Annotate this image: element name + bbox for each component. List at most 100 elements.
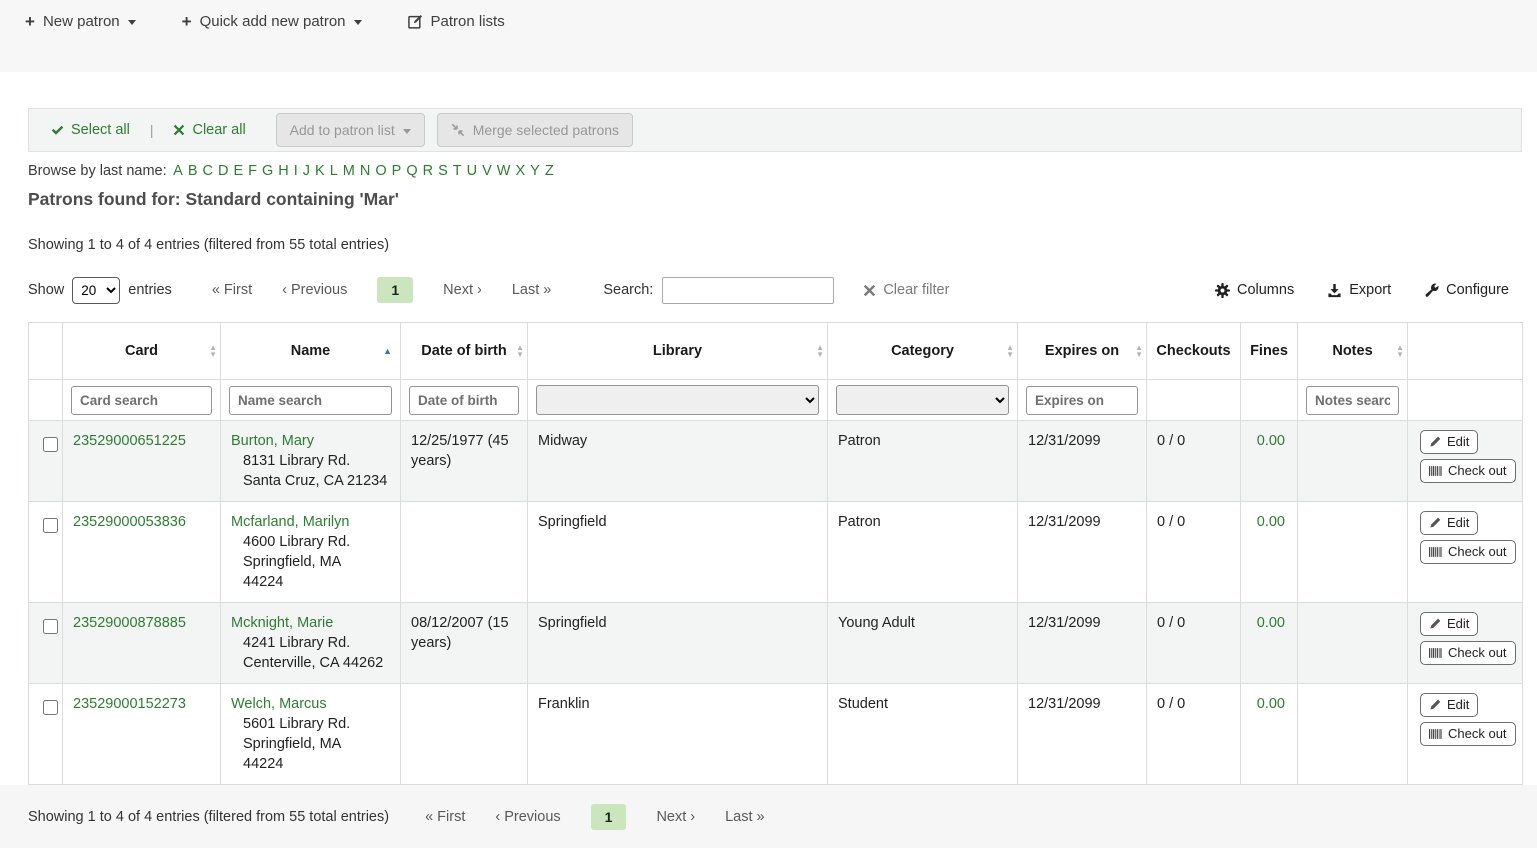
notes-column-header[interactable]: Notes ▲▼ xyxy=(1298,323,1408,380)
browse-letter-n[interactable]: N xyxy=(360,163,370,179)
browse-letter-q[interactable]: Q xyxy=(406,163,417,179)
last-page-link[interactable]: Last » xyxy=(725,809,765,825)
select-all-button[interactable]: Select all xyxy=(51,122,130,138)
current-page-button[interactable]: 1 xyxy=(591,804,627,830)
browse-letter-r[interactable]: R xyxy=(423,163,433,179)
columns-button[interactable]: Columns xyxy=(1215,282,1294,298)
patron-name-link[interactable]: Mcfarland, Marilyn xyxy=(231,514,349,530)
add-to-patron-list-button[interactable]: Add to patron list xyxy=(276,113,425,147)
new-patron-button[interactable]: + New patron xyxy=(25,13,136,30)
browse-letter-y[interactable]: Y xyxy=(530,163,540,179)
fines-cell: 0.00 xyxy=(1241,603,1298,684)
sort-icon: ▲▼ xyxy=(816,344,824,358)
configure-button[interactable]: Configure xyxy=(1424,282,1509,298)
browse-letter-z[interactable]: Z xyxy=(545,163,554,179)
search-input[interactable] xyxy=(662,277,834,304)
check-out-button[interactable]: Check out xyxy=(1420,722,1516,746)
previous-page-link[interactable]: ‹ Previous xyxy=(495,809,560,825)
library-filter-select[interactable] xyxy=(536,385,819,415)
barcode-icon xyxy=(1429,546,1442,558)
table-tools: Columns Export Configure xyxy=(1215,282,1509,298)
merge-selected-patrons-button[interactable]: Merge selected patrons xyxy=(437,113,633,147)
edit-button[interactable]: Edit xyxy=(1420,612,1478,636)
browse-letter-p[interactable]: P xyxy=(392,163,402,179)
browse-letter-w[interactable]: W xyxy=(497,163,511,179)
clear-all-label: Clear all xyxy=(192,122,245,138)
check-out-button[interactable]: Check out xyxy=(1420,459,1516,483)
browse-letter-o[interactable]: O xyxy=(375,163,386,179)
browse-letter-l[interactable]: L xyxy=(330,163,338,179)
row-checkbox[interactable] xyxy=(43,700,58,715)
last-page-link[interactable]: Last » xyxy=(512,282,552,298)
card-column-header[interactable]: Card ▲▼ xyxy=(63,323,221,380)
quick-add-new-patron-button[interactable]: + Quick add new patron xyxy=(182,13,362,30)
browse-letter-x[interactable]: X xyxy=(515,163,525,179)
search-label: Search: xyxy=(603,282,653,298)
name-column-header[interactable]: Name ▲ xyxy=(221,323,401,380)
export-button[interactable]: Export xyxy=(1327,282,1391,298)
browse-letter-k[interactable]: K xyxy=(315,163,325,179)
patron-name-link[interactable]: Welch, Marcus xyxy=(231,696,327,712)
category-column-header[interactable]: Category ▲▼ xyxy=(828,323,1018,380)
check-out-button[interactable]: Check out xyxy=(1420,641,1516,665)
first-page-link[interactable]: « First xyxy=(212,282,252,298)
next-page-link[interactable]: Next › xyxy=(443,282,482,298)
clear-all-button[interactable]: Clear all xyxy=(173,122,245,138)
new-patron-label: New patron xyxy=(43,13,120,30)
browse-letter-c[interactable]: C xyxy=(203,163,213,179)
notes-filter-input[interactable] xyxy=(1306,386,1399,415)
export-label: Export xyxy=(1349,282,1391,298)
category-cell: Patron xyxy=(828,502,1018,603)
card-number-link[interactable]: 23529000878885 xyxy=(73,615,186,631)
browse-letter-e[interactable]: E xyxy=(233,163,243,179)
row-checkbox[interactable] xyxy=(43,518,58,533)
checkouts-column-header: Checkouts xyxy=(1147,323,1241,380)
patron-name-link[interactable]: Mcknight, Marie xyxy=(231,615,333,631)
library-column-header[interactable]: Library ▲▼ xyxy=(528,323,828,380)
card-number-link[interactable]: 23529000053836 xyxy=(73,514,186,530)
browse-letter-u[interactable]: U xyxy=(467,163,477,179)
browse-letter-m[interactable]: M xyxy=(343,163,355,179)
page-size-control: Show 20 entries xyxy=(28,277,172,304)
browse-letter-h[interactable]: H xyxy=(278,163,288,179)
card-filter-input[interactable] xyxy=(71,386,212,415)
patron-name-link[interactable]: Burton, Mary xyxy=(231,433,314,449)
actions-column-header xyxy=(1408,323,1523,380)
card-number-link[interactable]: 23529000651225 xyxy=(73,433,186,449)
pencil-icon xyxy=(1429,618,1441,630)
notes-cell xyxy=(1298,421,1408,502)
browse-letter-v[interactable]: V xyxy=(482,163,492,179)
browse-letter-b[interactable]: B xyxy=(188,163,198,179)
name-filter-input[interactable] xyxy=(229,386,392,415)
previous-page-link[interactable]: ‹ Previous xyxy=(282,282,347,298)
first-page-link[interactable]: « First xyxy=(425,809,465,825)
next-page-link[interactable]: Next › xyxy=(656,809,695,825)
date-of-birth-column-header[interactable]: Date of birth ▲▼ xyxy=(401,323,528,380)
browse-letter-j[interactable]: J xyxy=(303,163,310,179)
expires-filter-input[interactable] xyxy=(1026,386,1138,415)
browse-letter-s[interactable]: S xyxy=(438,163,448,179)
patron-lists-button[interactable]: Patron lists xyxy=(408,13,505,30)
barcode-icon xyxy=(1429,728,1442,740)
browse-letter-i[interactable]: I xyxy=(294,163,298,179)
edit-button[interactable]: Edit xyxy=(1420,511,1478,535)
page-size-select[interactable]: 20 xyxy=(72,277,120,304)
card-number-link[interactable]: 23529000152273 xyxy=(73,696,186,712)
current-page-button[interactable]: 1 xyxy=(377,277,413,303)
browse-by-last-name: Browse by last name: ABCDEFGHIJKLMNOPQRS… xyxy=(28,163,1522,179)
expires-on-column-header[interactable]: Expires on ▲▼ xyxy=(1018,323,1147,380)
clear-filter-button[interactable]: Clear filter xyxy=(863,282,949,298)
browse-letter-a[interactable]: A xyxy=(173,163,183,179)
check-out-button[interactable]: Check out xyxy=(1420,540,1516,564)
patron-address: 4600 Library Rd. Springfield, MA 44224 xyxy=(243,532,390,592)
dob-filter-input[interactable] xyxy=(409,386,519,415)
browse-letter-t[interactable]: T xyxy=(453,163,462,179)
edit-button[interactable]: Edit xyxy=(1420,430,1478,454)
browse-letter-d[interactable]: D xyxy=(218,163,228,179)
browse-letter-g[interactable]: G xyxy=(262,163,273,179)
edit-button[interactable]: Edit xyxy=(1420,693,1478,717)
category-filter-select[interactable] xyxy=(836,385,1009,415)
row-checkbox[interactable] xyxy=(43,437,58,452)
row-checkbox[interactable] xyxy=(43,619,58,634)
browse-letter-f[interactable]: F xyxy=(248,163,257,179)
